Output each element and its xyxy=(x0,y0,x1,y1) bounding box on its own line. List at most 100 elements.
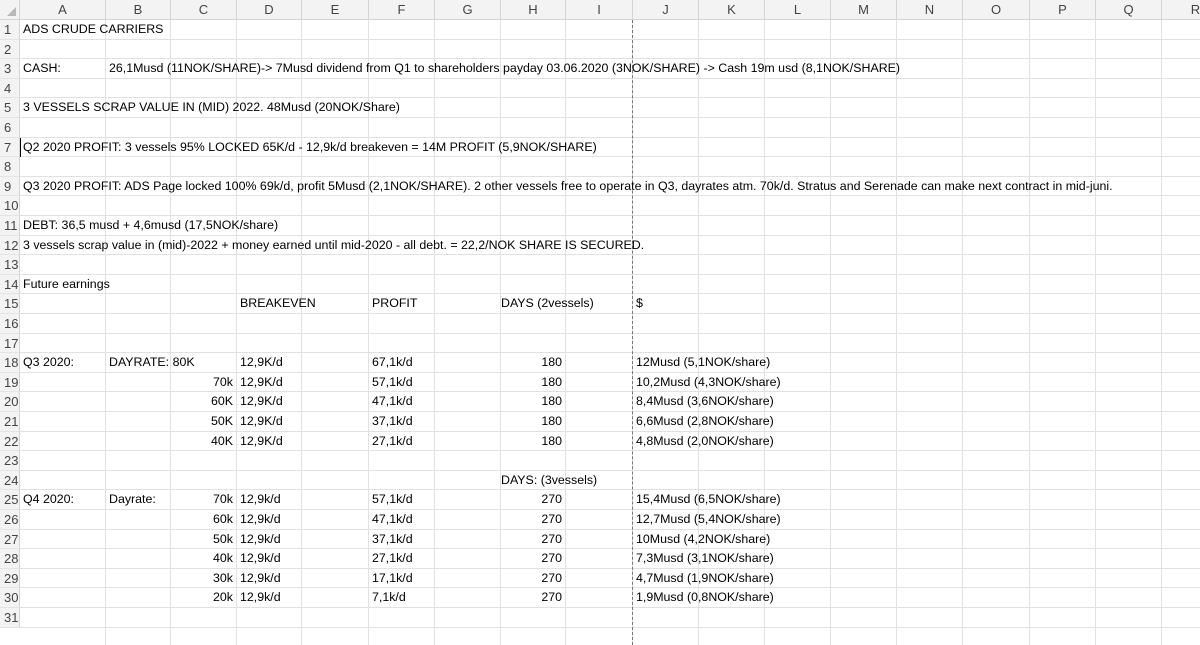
cell-f25[interactable]: 57,1k/d xyxy=(369,490,435,510)
cell-d19[interactable]: 12,9K/d xyxy=(237,373,302,393)
cell-h15[interactable]: DAYS (2vessels) xyxy=(501,294,594,314)
cell-j18[interactable]: 12Musd (5,1NOK/share) xyxy=(633,353,770,373)
cell-h28[interactable]: 270 xyxy=(501,549,566,569)
cell-a9[interactable]: Q3 2020 PROFIT: ADS Page locked 100% 69k… xyxy=(20,177,1113,197)
cell-d21[interactable]: 12,9K/d xyxy=(237,412,302,432)
cell-f29[interactable]: 17,1k/d xyxy=(369,569,435,589)
cell-d26[interactable]: 12,9k/d xyxy=(237,510,302,530)
cell-h20[interactable]: 180 xyxy=(501,392,566,412)
column-header-h[interactable]: H xyxy=(501,0,566,20)
column-header-d[interactable]: D xyxy=(237,0,302,20)
row-header-21[interactable]: 21 xyxy=(0,412,20,432)
row-header-2[interactable]: 2 xyxy=(0,39,20,60)
row-header-9[interactable]: 9 xyxy=(0,176,20,197)
cell-d30[interactable]: 12,9k/d xyxy=(237,588,302,608)
cell-a11[interactable]: DEBT: 36,5 musd + 4,6musd (17,5NOK/share… xyxy=(20,216,278,236)
cell-h22[interactable]: 180 xyxy=(501,432,566,452)
column-header-b[interactable]: B xyxy=(106,0,171,20)
cell-j26[interactable]: 12,7Musd (5,4NOK/share) xyxy=(633,510,781,530)
cell-c20[interactable]: 60K xyxy=(171,392,237,412)
row-header-8[interactable]: 8 xyxy=(0,157,20,177)
cell-f22[interactable]: 27,1k/d xyxy=(369,432,435,452)
cell-f27[interactable]: 37,1k/d xyxy=(369,530,435,550)
cell-b25[interactable]: Dayrate: xyxy=(106,490,171,510)
row-header-30[interactable]: 30 xyxy=(0,588,20,608)
row-header-31[interactable]: 31 xyxy=(0,608,20,628)
column-header-f[interactable]: F xyxy=(369,0,435,20)
row-header-17[interactable]: 17 xyxy=(0,333,20,354)
cell-h30[interactable]: 270 xyxy=(501,588,566,608)
select-all-corner[interactable] xyxy=(0,0,20,20)
cell-f20[interactable]: 47,1k/d xyxy=(369,392,435,412)
cell-c27[interactable]: 50k xyxy=(171,530,237,550)
cell-c30[interactable]: 20k xyxy=(171,588,237,608)
cell-d18[interactable]: 12,9K/d xyxy=(237,353,302,373)
cell-f19[interactable]: 57,1k/d xyxy=(369,373,435,393)
cell-d27[interactable]: 12,9k/d xyxy=(237,530,302,550)
cell-j22[interactable]: 4,8Musd (2,0NOK/share) xyxy=(633,432,774,452)
cell-c25[interactable]: 70k xyxy=(171,490,237,510)
cell-d28[interactable]: 12,9k/d xyxy=(237,549,302,569)
row-header-24[interactable]: 24 xyxy=(0,470,20,491)
cell-h25[interactable]: 270 xyxy=(501,490,566,510)
spreadsheet[interactable]: ABCDEFGHIJKLMNOPQR 1 2 3 4 5 6 7 8 9 10 11 12 13 14 15… xyxy=(0,0,1200,645)
row-header-26[interactable]: 26 xyxy=(0,510,20,530)
cell-f18[interactable]: 67,1k/d xyxy=(369,353,435,373)
column-header-m[interactable]: M xyxy=(831,0,897,20)
cell-a18[interactable]: Q3 2020: xyxy=(20,353,106,373)
column-header-e[interactable]: E xyxy=(302,0,369,20)
column-header-p[interactable]: P xyxy=(1030,0,1096,20)
cell-h19[interactable]: 180 xyxy=(501,373,566,393)
cell-d29[interactable]: 12,9k/d xyxy=(237,569,302,589)
cell-d20[interactable]: 12,9K/d xyxy=(237,392,302,412)
cell-h24[interactable]: DAYS: (3vessels) xyxy=(501,471,597,491)
cell-grid[interactable]: ADS CRUDE CARRIERS CASH: 26,1Musd (11NOK/S… xyxy=(20,20,1200,645)
cell-f26[interactable]: 47,1k/d xyxy=(369,510,435,530)
cell-d25[interactable]: 12,9k/d xyxy=(237,490,302,510)
cell-b3[interactable]: 26,1Musd (11NOK/SHARE)-> 7Musd dividend … xyxy=(106,59,900,79)
cell-d22[interactable]: 12,9K/d xyxy=(237,432,302,452)
row-header-4[interactable]: 4 xyxy=(0,78,20,99)
cell-a14[interactable]: Future earnings xyxy=(20,275,110,295)
cell-b18[interactable]: DAYRATE: 80K xyxy=(106,353,195,373)
column-header-l[interactable]: L xyxy=(765,0,831,20)
row-header-18[interactable]: 18 xyxy=(0,353,20,373)
column-header-c[interactable]: C xyxy=(171,0,237,20)
cell-j20[interactable]: 8,4Musd (3,6NOK/share) xyxy=(633,392,774,412)
cell-j19[interactable]: 10,2Musd (4,3NOK/share) xyxy=(633,373,781,393)
cell-h27[interactable]: 270 xyxy=(501,530,566,550)
cell-a25[interactable]: Q4 2020: xyxy=(20,490,106,510)
row-header-5[interactable]: 5 xyxy=(0,98,20,118)
row-header-27[interactable]: 27 xyxy=(0,529,20,550)
cell-j27[interactable]: 10Musd (4,2NOK/share) xyxy=(633,530,770,550)
cell-a7[interactable]: Q2 2020 PROFIT: 3 vessels 95% LOCKED 65K… xyxy=(20,138,597,158)
row-header-3[interactable]: 3 xyxy=(0,59,20,79)
row-header-12[interactable]: 12 xyxy=(0,235,20,256)
column-header-o[interactable]: O xyxy=(963,0,1030,20)
row-header-14[interactable]: 14 xyxy=(0,274,20,295)
cell-c28[interactable]: 40k xyxy=(171,549,237,569)
row-header-10[interactable]: 10 xyxy=(0,196,20,216)
cell-j28[interactable]: 7,3Musd (3,1NOK/share) xyxy=(633,549,774,569)
cell-h21[interactable]: 180 xyxy=(501,412,566,432)
cell-j21[interactable]: 6,6Musd (2,8NOK/share) xyxy=(633,412,774,432)
row-header-bar[interactable]: 1 2 3 4 5 6 7 8 9 10 11 12 13 14 15 16 17 18 19 20 21 22 23 24 2… xyxy=(0,20,20,645)
row-header-13[interactable]: 13 xyxy=(0,255,20,275)
cell-f28[interactable]: 27,1k/d xyxy=(369,549,435,569)
cell-c29[interactable]: 30k xyxy=(171,569,237,589)
column-header-j[interactable]: J xyxy=(633,0,699,20)
column-header-i[interactable]: I xyxy=(566,0,633,20)
cell-c19[interactable]: 70k xyxy=(171,373,237,393)
cell-c22[interactable]: 40K xyxy=(171,432,237,452)
cell-j30[interactable]: 1,9Musd (0,8NOK/share) xyxy=(633,588,774,608)
column-header-k[interactable]: K xyxy=(699,0,765,20)
row-header-25[interactable]: 25 xyxy=(0,490,20,510)
row-header-7[interactable]: 7 xyxy=(0,137,20,158)
cell-a1[interactable]: ADS CRUDE CARRIERS xyxy=(20,20,163,40)
row-header-15[interactable]: 15 xyxy=(0,294,20,314)
row-header-11[interactable]: 11 xyxy=(0,216,20,236)
column-header-a[interactable]: A xyxy=(20,0,106,20)
cell-c21[interactable]: 50K xyxy=(171,412,237,432)
cell-h26[interactable]: 270 xyxy=(501,510,566,530)
column-header-n[interactable]: N xyxy=(897,0,963,20)
